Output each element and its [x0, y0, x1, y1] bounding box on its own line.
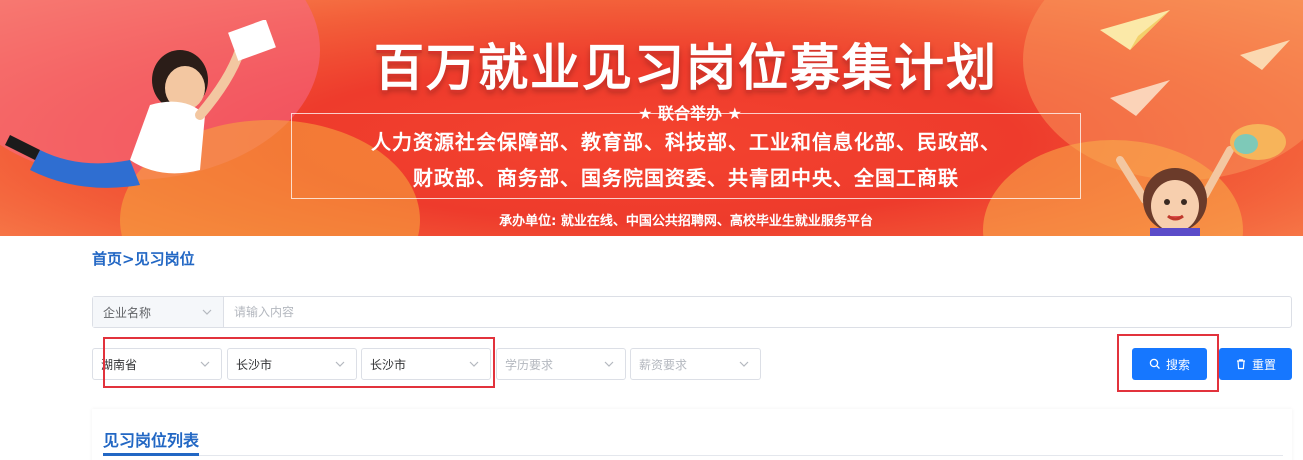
keyword-search-input[interactable]	[224, 297, 1291, 327]
breadcrumb-separator: >	[122, 250, 135, 268]
reset-button[interactable]: 重置	[1219, 348, 1292, 380]
trash-icon	[1236, 359, 1245, 370]
paper-plane-icon	[1110, 80, 1170, 116]
salary-select-placeholder: 薪资要求	[639, 357, 688, 372]
hero-banner: 百万就业见习岗位募集计划 ★ 联合举办 ★ 人力资源社会保障部、教育部、科技部、…	[0, 0, 1303, 236]
chevron-down-icon	[603, 358, 615, 370]
waving-person-illustration	[1116, 146, 1234, 236]
internship-list-panel	[92, 409, 1292, 460]
ball-decoration	[1230, 124, 1286, 160]
chevron-down-icon	[201, 306, 213, 318]
ministries-line-1: 人力资源社会保障部、教育部、科技部、工业和信息化部、民政部、	[371, 130, 1001, 154]
highlight-region-search	[1117, 334, 1219, 392]
education-select-placeholder: 学历要求	[505, 357, 554, 372]
tab-divider	[103, 455, 1283, 456]
chevron-down-icon	[738, 358, 750, 370]
list-title-tab[interactable]: 见习岗位列表	[103, 427, 199, 451]
search-type-select[interactable]: 企业名称	[93, 297, 224, 327]
highlight-region-location	[103, 337, 495, 388]
company-search-bar: 企业名称	[92, 296, 1292, 328]
active-tab-underline	[103, 453, 199, 456]
organizer-text: 承办单位: 就业在线、中国公共招聘网、高校毕业生就业服务平台	[499, 214, 873, 229]
breadcrumb-current: 见习岗位	[134, 250, 195, 268]
education-select[interactable]: 学历要求	[496, 348, 626, 380]
reset-button-label: 重置	[1251, 357, 1276, 372]
flying-person-illustration	[5, 20, 276, 188]
paper-plane-icon	[1100, 10, 1170, 50]
salary-select[interactable]: 薪资要求	[630, 348, 761, 380]
paper-plane-icon	[1240, 40, 1290, 70]
ministries-line-2: 财政部、商务部、国务院国资委、共青团中央、全国工商联	[413, 166, 959, 190]
breadcrumb: 首页>见习岗位	[92, 248, 195, 269]
banner-title: 百万就业见习岗位募集计划	[374, 39, 998, 97]
breadcrumb-home-link[interactable]: 首页	[92, 250, 122, 268]
search-type-value: 企业名称	[103, 305, 152, 320]
